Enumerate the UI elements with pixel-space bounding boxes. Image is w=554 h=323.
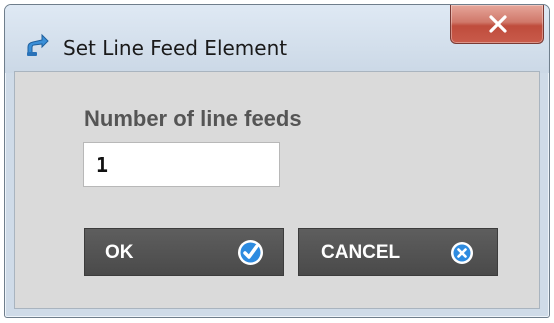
ok-button[interactable]: OK bbox=[84, 228, 284, 276]
checkmark-icon bbox=[237, 239, 264, 272]
close-icon bbox=[489, 15, 507, 33]
line-feeds-input[interactable] bbox=[83, 142, 280, 187]
line-feeds-label: Number of line feeds bbox=[84, 106, 302, 131]
dialog-content: Number of line feeds OK CANCEL bbox=[14, 71, 540, 309]
dialog-window: Set Line Feed Element Number of line fee… bbox=[4, 4, 550, 318]
line-feed-app-icon bbox=[24, 31, 50, 57]
window-title: Set Line Feed Element bbox=[63, 36, 288, 60]
x-icon bbox=[450, 241, 474, 271]
title-bar[interactable]: Set Line Feed Element bbox=[5, 5, 549, 73]
cancel-button[interactable]: CANCEL bbox=[298, 228, 498, 276]
cancel-button-label: CANCEL bbox=[321, 242, 401, 263]
close-button[interactable] bbox=[450, 5, 544, 44]
ok-button-label: OK bbox=[105, 242, 134, 263]
